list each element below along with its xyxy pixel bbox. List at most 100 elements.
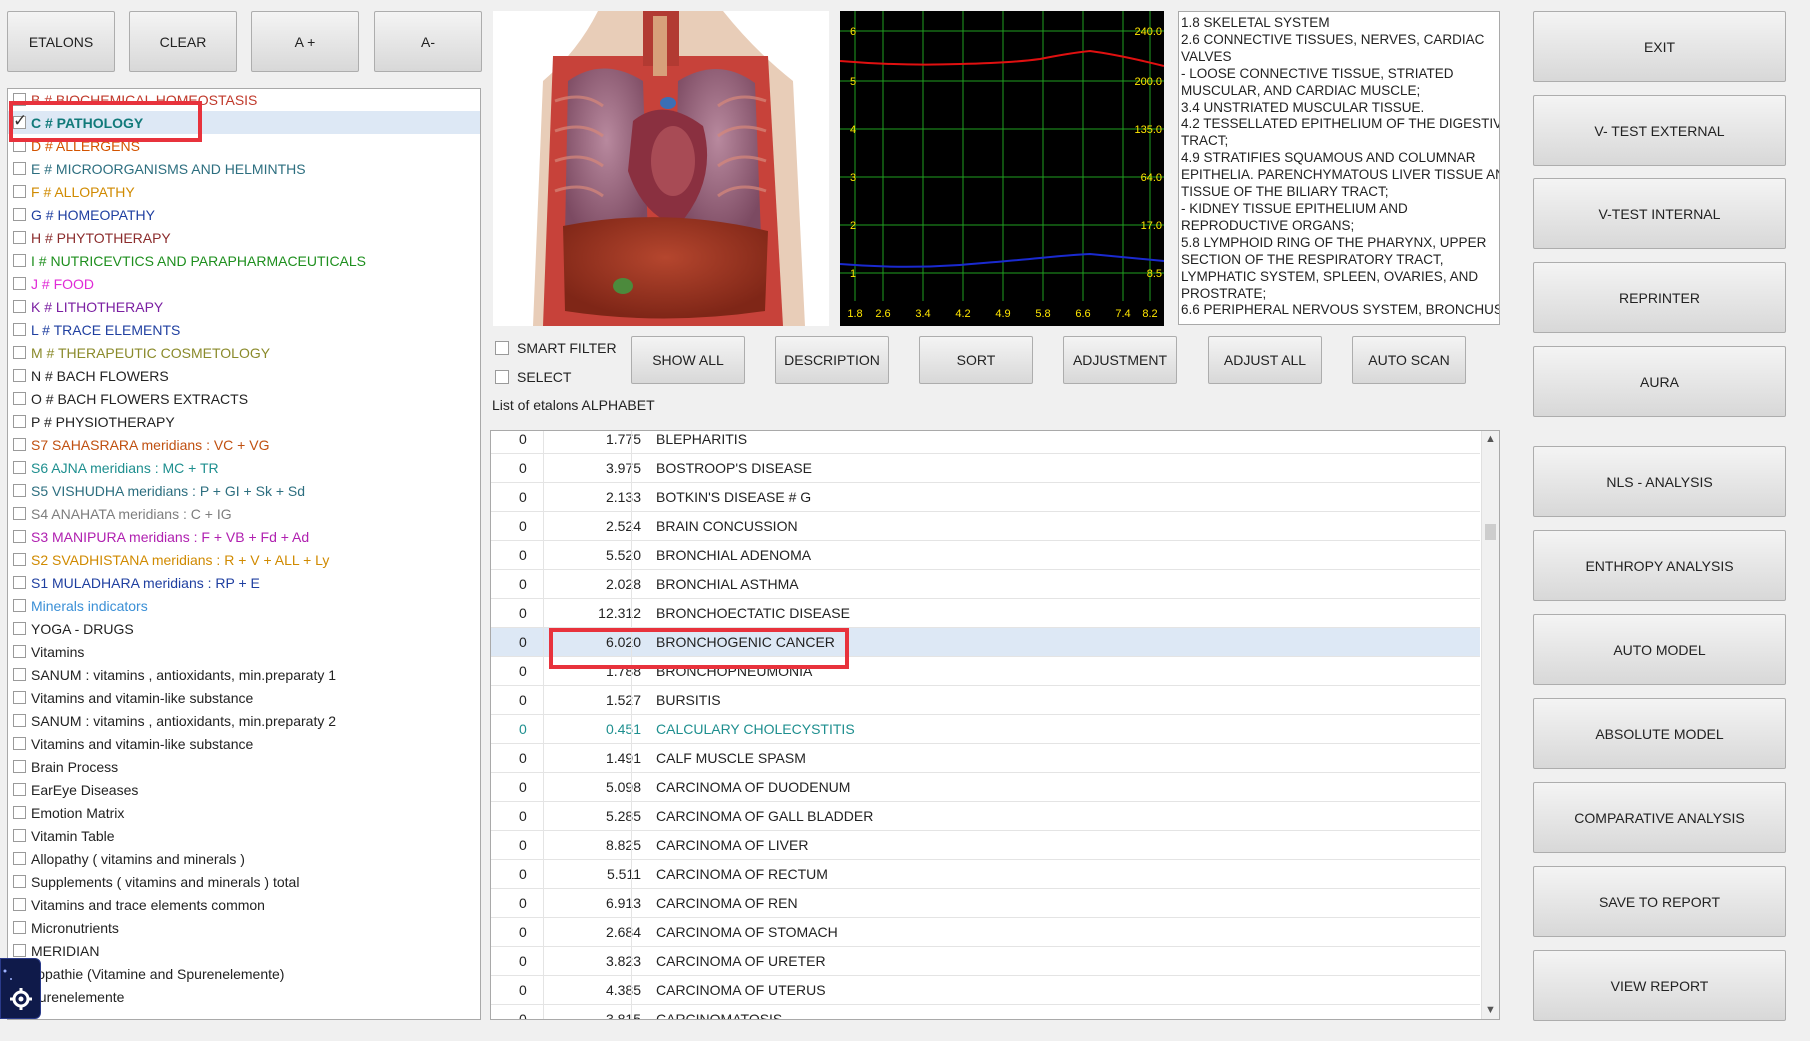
category-item[interactable]: J # FOOD	[8, 272, 480, 295]
category-checkbox[interactable]	[13, 599, 26, 612]
category-item[interactable]: S6 AJNA meridians : MC + TR	[8, 456, 480, 479]
category-item[interactable]: L # TRACE ELEMENTS	[8, 318, 480, 341]
save-to-report-button[interactable]: SAVE TO REPORT	[1533, 866, 1786, 937]
floating-settings-widget[interactable]	[0, 958, 41, 1019]
clear-button[interactable]: CLEAR	[129, 11, 237, 72]
category-item[interactable]: B # BIOCHEMICAL HOMEOSTASIS	[8, 89, 480, 111]
category-checkbox[interactable]	[13, 622, 26, 635]
adjustment-button[interactable]: ADJUSTMENT	[1063, 336, 1177, 384]
category-checkbox[interactable]	[13, 875, 26, 888]
category-checkbox[interactable]	[13, 829, 26, 842]
table-row[interactable]: 0 5.511 CARCINOMA OF RECTUM	[491, 860, 1480, 889]
table-row[interactable]: 0 6.913 CARCINOMA OF REN	[491, 889, 1480, 918]
category-checkbox[interactable]	[13, 277, 26, 290]
category-checkbox[interactable]	[13, 691, 26, 704]
category-item[interactable]: E # MICROORGANISMS AND HELMINTHS	[8, 157, 480, 180]
description-text-box[interactable]: 1.8 SKELETAL SYSTEM 2.6 CONNECTIVE TISSUE…	[1178, 11, 1500, 325]
comparative-analysis-button[interactable]: COMPARATIVE ANALYSIS	[1533, 782, 1786, 853]
category-item[interactable]: C # PATHOLOGY	[8, 111, 480, 134]
select-checkbox[interactable]: SELECT	[495, 369, 571, 385]
table-row[interactable]: 0 4.385 CARCINOMA OF UTERUS	[491, 976, 1480, 1005]
category-item[interactable]: S5 VISHUDHA meridians : P + GI + Sk + Sd	[8, 479, 480, 502]
category-item[interactable]: Emotion Matrix	[8, 801, 480, 824]
category-checkbox[interactable]	[13, 93, 26, 106]
category-item[interactable]: Supplements ( vitamins and minerals ) to…	[8, 870, 480, 893]
select-box[interactable]	[495, 370, 509, 384]
category-item[interactable]: F # ALLOPATHY	[8, 180, 480, 203]
table-row[interactable]: 0 5.520 BRONCHIAL ADENOMA	[491, 541, 1480, 570]
category-item[interactable]: P # PHYSIOTHERAPY	[8, 410, 480, 433]
category-item[interactable]: YOGA - DRUGS	[8, 617, 480, 640]
v-test-internal-button[interactable]: V-TEST INTERNAL	[1533, 178, 1786, 249]
table-row[interactable]: 0 8.825 CARCINOMA OF LIVER	[491, 831, 1480, 860]
category-checkbox[interactable]	[13, 898, 26, 911]
category-checkbox[interactable]	[13, 162, 26, 175]
v-test-external-button[interactable]: V- TEST EXTERNAL	[1533, 95, 1786, 166]
category-checkbox[interactable]	[13, 944, 26, 957]
category-checkbox[interactable]	[13, 576, 26, 589]
scroll-down-icon[interactable]: ▼	[1482, 1002, 1499, 1019]
category-checkbox[interactable]	[13, 737, 26, 750]
category-checkbox[interactable]	[13, 806, 26, 819]
description-button[interactable]: DESCRIPTION	[775, 336, 889, 384]
category-checkbox[interactable]	[13, 185, 26, 198]
category-checkbox[interactable]	[13, 668, 26, 681]
category-checkbox[interactable]	[13, 714, 26, 727]
scroll-thumb[interactable]	[1485, 524, 1496, 540]
category-checkbox[interactable]	[13, 507, 26, 520]
category-checkbox[interactable]	[13, 530, 26, 543]
scroll-up-icon[interactable]: ▲	[1482, 431, 1499, 448]
category-item[interactable]: S4 ANAHATA meridians : C + IG	[8, 502, 480, 525]
category-item[interactable]: Allopathy ( vitamins and minerals )	[8, 847, 480, 870]
table-row[interactable]: 0 1.491 CALF MUSCLE SPASM	[491, 744, 1480, 773]
category-checkbox[interactable]	[13, 392, 26, 405]
category-checkbox[interactable]	[13, 415, 26, 428]
category-item[interactable]: S3 MANIPURA meridians : F + VB + Fd + Ad	[8, 525, 480, 548]
category-item[interactable]: S2 SVADHISTANA meridians : R + V + ALL +…	[8, 548, 480, 571]
category-item[interactable]: H # PHYTOTHERAPY	[8, 226, 480, 249]
category-checkbox[interactable]	[13, 783, 26, 796]
adjust-all-button[interactable]: ADJUST ALL	[1208, 336, 1322, 384]
category-checkbox[interactable]	[13, 300, 26, 313]
table-row[interactable]: 0 5.098 CARCINOMA OF DUODENUM	[491, 773, 1480, 802]
category-item[interactable]: llopathie (Vitamine and Spurenelemente)	[8, 962, 480, 985]
font-increase-button[interactable]: A +	[251, 11, 359, 72]
category-checkbox[interactable]	[13, 323, 26, 336]
table-scrollbar[interactable]: ▲ ▼	[1481, 431, 1499, 1019]
absolute-model-button[interactable]: ABSOLUTE MODEL	[1533, 698, 1786, 769]
table-row[interactable]: 0 0.451 CALCULARY CHOLECYSTITIS	[491, 715, 1480, 744]
nls-analysis-button[interactable]: NLS - ANALYSIS	[1533, 446, 1786, 517]
category-item[interactable]: SANUM : vitamins , antioxidants, min.pre…	[8, 709, 480, 732]
table-row[interactable]: 0 3.975 BOSTROOP'S DISEASE	[491, 454, 1480, 483]
category-item[interactable]: G # HOMEOPATHY	[8, 203, 480, 226]
etalons-button[interactable]: ETALONS	[7, 11, 115, 72]
category-item[interactable]: SANUM : vitamins , antioxidants, min.pre…	[8, 663, 480, 686]
reprinter-button[interactable]: REPRINTER	[1533, 262, 1786, 333]
table-row[interactable]: 0 2.133 BOTKIN'S DISEASE # G	[491, 483, 1480, 512]
exit-button[interactable]: EXIT	[1533, 11, 1786, 82]
category-checkbox[interactable]	[13, 369, 26, 382]
category-item[interactable]: I # NUTRICEVTICS AND PARAPHARMACEUTICALS	[8, 249, 480, 272]
category-item[interactable]: Minerals indicators	[8, 594, 480, 617]
font-decrease-button[interactable]: A-	[374, 11, 482, 72]
etalon-table[interactable]: 0 1.775 BLEPHARITIS 0 3.975 BOSTROOP'S DISEAS…	[490, 430, 1500, 1020]
category-item[interactable]: Vitamins	[8, 640, 480, 663]
category-checkbox[interactable]	[13, 484, 26, 497]
table-row[interactable]: 0 1.775 BLEPHARITIS	[491, 431, 1480, 454]
category-item[interactable]: S1 MULADHARA meridians : RP + E	[8, 571, 480, 594]
show-all-button[interactable]: SHOW ALL	[631, 336, 745, 384]
auto-scan-button[interactable]: AUTO SCAN	[1352, 336, 1466, 384]
category-item[interactable]: S7 SAHASRARA meridians : VC + VG	[8, 433, 480, 456]
table-row[interactable]: 0 1.788 BRONCHOPNEUMONIA	[491, 657, 1480, 686]
category-item[interactable]: EarEye Diseases	[8, 778, 480, 801]
category-item[interactable]: M # THERAPEUTIC COSMETOLOGY	[8, 341, 480, 364]
category-checkbox[interactable]	[13, 438, 26, 451]
category-item[interactable]: purenelemente	[8, 985, 480, 1008]
smart-filter-box[interactable]	[495, 341, 509, 355]
category-checkbox[interactable]	[13, 645, 26, 658]
category-checkbox[interactable]	[13, 553, 26, 566]
table-row[interactable]: 0 6.020 BRONCHOGENIC CANCER	[491, 628, 1480, 657]
table-row[interactable]: 0 3.823 CARCINOMA OF URETER	[491, 947, 1480, 976]
enthropy-analysis-button[interactable]: ENTHROPY ANALYSIS	[1533, 530, 1786, 601]
category-item[interactable]: Brain Process	[8, 755, 480, 778]
